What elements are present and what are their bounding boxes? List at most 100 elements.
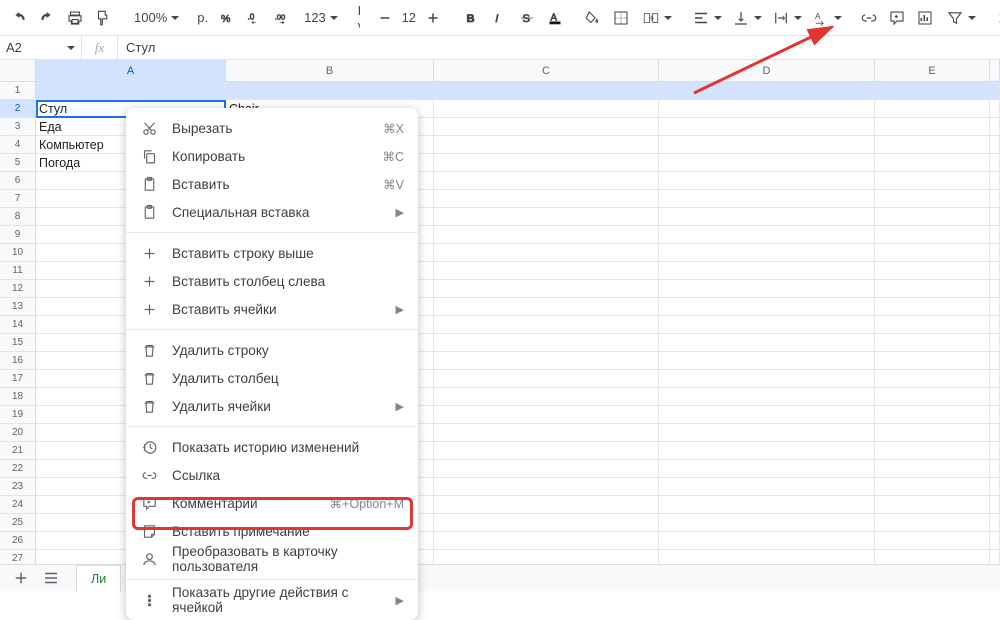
row-header[interactable]: 17 [0, 370, 36, 388]
column-header-c[interactable]: C [434, 60, 659, 82]
cell[interactable] [434, 496, 659, 514]
ctx-paste-special[interactable]: Специальная вставка ▶ [126, 198, 418, 226]
cell[interactable] [434, 136, 659, 154]
cell[interactable] [434, 406, 659, 424]
fill-color-button[interactable] [580, 5, 606, 31]
italic-button[interactable]: I [486, 5, 512, 31]
cell[interactable] [990, 334, 1000, 352]
row-header[interactable]: 25 [0, 514, 36, 532]
row-header[interactable]: 4 [0, 136, 36, 154]
ctx-more-actions[interactable]: Показать другие действия с ячейкой ▶ [126, 586, 418, 614]
row-header[interactable]: 16 [0, 352, 36, 370]
row-header[interactable]: 6 [0, 172, 36, 190]
cell[interactable] [659, 172, 875, 190]
row-header[interactable]: 13 [0, 298, 36, 316]
bold-button[interactable]: B [458, 5, 484, 31]
cell[interactable] [659, 388, 875, 406]
ctx-comment[interactable]: Комментарий ⌘+Option+M [126, 489, 418, 517]
cell[interactable] [875, 496, 990, 514]
ctx-insert-row-above[interactable]: Вставить строку выше [126, 239, 418, 267]
cell[interactable] [434, 100, 659, 118]
cell[interactable] [659, 514, 875, 532]
cell[interactable] [434, 82, 659, 100]
cell[interactable] [434, 424, 659, 442]
cell[interactable] [434, 460, 659, 478]
cell[interactable] [875, 172, 990, 190]
cell[interactable] [226, 82, 434, 100]
cell[interactable] [434, 172, 659, 190]
cell[interactable] [659, 100, 875, 118]
borders-button[interactable] [608, 5, 634, 31]
cell[interactable] [875, 154, 990, 172]
cell[interactable] [990, 280, 1000, 298]
cell[interactable] [659, 136, 875, 154]
cell[interactable] [990, 154, 1000, 172]
functions-button[interactable]: Σ [990, 5, 1000, 31]
cell[interactable] [434, 388, 659, 406]
decrease-decimal-button[interactable]: .0 [242, 5, 268, 31]
all-sheets-button[interactable] [38, 565, 64, 591]
row-header[interactable]: 20 [0, 424, 36, 442]
cell[interactable] [990, 460, 1000, 478]
cell[interactable] [659, 406, 875, 424]
cell[interactable] [990, 514, 1000, 532]
row-header[interactable]: 8 [0, 208, 36, 226]
cell[interactable] [875, 208, 990, 226]
cell[interactable] [659, 154, 875, 172]
cell[interactable] [659, 334, 875, 352]
column-header-a[interactable]: A [36, 60, 226, 82]
row-header[interactable]: 24 [0, 496, 36, 514]
cell[interactable] [875, 298, 990, 316]
cell[interactable] [875, 388, 990, 406]
cell[interactable] [990, 532, 1000, 550]
cell[interactable] [434, 118, 659, 136]
row-header[interactable]: 15 [0, 334, 36, 352]
cell[interactable] [434, 226, 659, 244]
row-header[interactable]: 10 [0, 244, 36, 262]
cell[interactable] [659, 478, 875, 496]
undo-button[interactable] [6, 5, 32, 31]
cell[interactable] [990, 82, 1000, 100]
cell[interactable] [434, 262, 659, 280]
cell[interactable] [990, 136, 1000, 154]
cell[interactable] [434, 370, 659, 388]
insert-link-button[interactable] [856, 5, 882, 31]
currency-button[interactable]: р. [193, 5, 212, 31]
cell[interactable] [990, 172, 1000, 190]
cell[interactable] [434, 514, 659, 532]
row-header[interactable]: 22 [0, 460, 36, 478]
name-box[interactable]: A2 [0, 36, 82, 59]
cell[interactable] [659, 532, 875, 550]
cell[interactable] [659, 118, 875, 136]
row-header[interactable]: 5 [0, 154, 36, 172]
formula-input[interactable]: Стул [118, 40, 155, 55]
cell[interactable] [659, 226, 875, 244]
cell[interactable] [36, 82, 226, 100]
ctx-link[interactable]: Ссылка [126, 461, 418, 489]
cell[interactable] [434, 442, 659, 460]
cell[interactable] [875, 226, 990, 244]
merge-cells-button[interactable] [636, 5, 674, 31]
cell[interactable] [659, 298, 875, 316]
cell[interactable] [659, 190, 875, 208]
cell[interactable] [875, 244, 990, 262]
cell[interactable] [990, 262, 1000, 280]
paint-format-button[interactable] [90, 5, 116, 31]
text-color-button[interactable]: A [542, 5, 568, 31]
add-sheet-button[interactable] [8, 565, 34, 591]
cell[interactable] [990, 352, 1000, 370]
font-size-increase-button[interactable] [420, 5, 446, 31]
cell[interactable] [875, 262, 990, 280]
cell[interactable] [659, 244, 875, 262]
row-header[interactable]: 14 [0, 316, 36, 334]
column-header-b[interactable]: B [226, 60, 434, 82]
ctx-delete-row[interactable]: Удалить строку [126, 336, 418, 364]
ctx-delete-cells[interactable]: Удалить ячейки ▶ [126, 392, 418, 420]
cell[interactable] [990, 388, 1000, 406]
row-header[interactable]: 2 [0, 100, 36, 118]
cell[interactable] [659, 442, 875, 460]
redo-button[interactable] [34, 5, 60, 31]
cell[interactable] [434, 478, 659, 496]
cell[interactable] [990, 496, 1000, 514]
select-all-corner[interactable] [0, 60, 36, 82]
